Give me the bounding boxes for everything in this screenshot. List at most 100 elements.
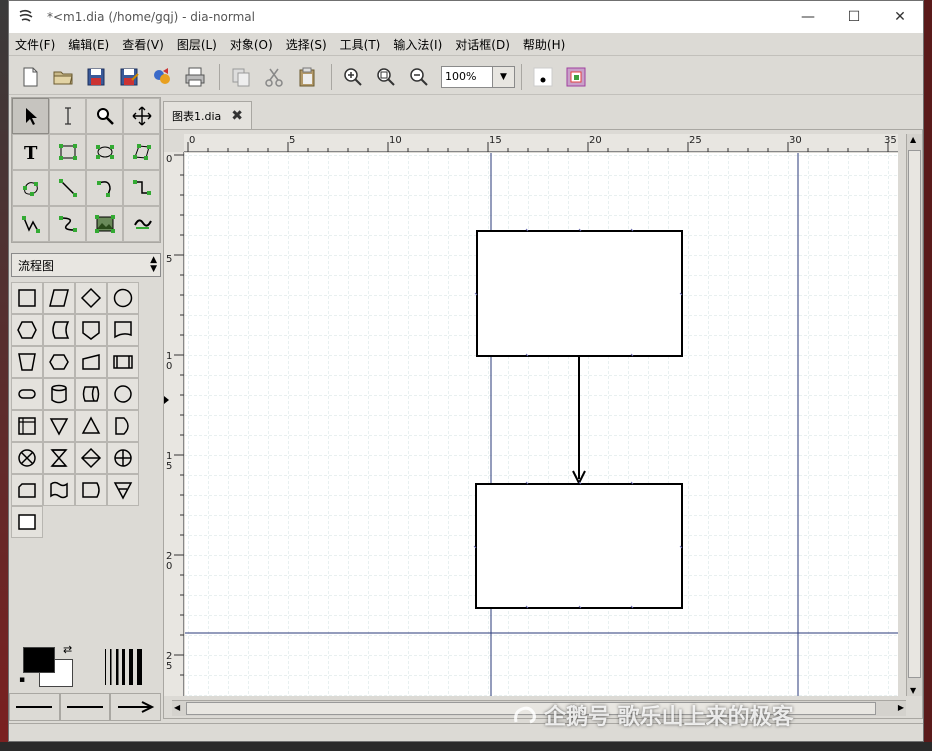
line-width-selector[interactable] (103, 647, 143, 687)
shape-direct-access[interactable] (75, 378, 107, 410)
shape-terminator[interactable] (11, 378, 43, 410)
menu-input-method[interactable]: 输入法(I) (393, 36, 442, 53)
shape-preparation[interactable] (11, 314, 43, 346)
polyline-tool[interactable] (12, 206, 49, 242)
flowchart-box-bottom[interactable] (475, 483, 683, 609)
shape-punched-tape[interactable] (43, 474, 75, 506)
shape-internal-storage[interactable] (11, 410, 43, 442)
save-as-button[interactable] (114, 62, 144, 92)
menu-edit[interactable]: 编辑(E) (68, 36, 109, 53)
snap-to-grid-button[interactable] (528, 62, 558, 92)
document-tab-bar: 图表1.dia ✖ (163, 99, 253, 129)
line-tool[interactable] (49, 170, 86, 206)
close-icon[interactable]: ✕ (877, 1, 923, 33)
shape-sort[interactable] (75, 442, 107, 474)
menu-tools[interactable]: 工具(T) (340, 36, 381, 53)
text-edit-tool[interactable] (49, 98, 86, 134)
cut-button[interactable] (259, 62, 289, 92)
shape-data[interactable] (43, 282, 75, 314)
arc-tool[interactable] (86, 170, 123, 206)
shape-document[interactable] (107, 314, 139, 346)
color-selector[interactable]: ⇄ ▪ (19, 643, 79, 689)
save-button[interactable] (81, 62, 111, 92)
object-snap-button[interactable] (561, 62, 591, 92)
shape-terminal-circle[interactable] (107, 282, 139, 314)
zoom-input[interactable]: 100% (441, 65, 493, 88)
image-tool[interactable] (86, 206, 123, 242)
shape-delay[interactable] (107, 410, 139, 442)
new-file-button[interactable] (15, 62, 45, 92)
scroll-up-icon[interactable]: ▲ (910, 135, 916, 144)
shape-card[interactable] (11, 474, 43, 506)
shape-decision[interactable] (75, 282, 107, 314)
shape-manual-operation[interactable] (11, 346, 43, 378)
vertical-scroll-thumb[interactable] (908, 150, 921, 678)
tab-diagram1[interactable]: 图表1.dia ✖ (163, 101, 253, 129)
menu-help[interactable]: 帮助(H) (523, 36, 565, 53)
text-tool[interactable]: T (12, 134, 49, 170)
export-button[interactable] (147, 62, 177, 92)
scroll-left-icon[interactable]: ◀ (174, 703, 180, 712)
outline-tool[interactable] (123, 206, 160, 242)
open-file-button[interactable] (48, 62, 78, 92)
scroll-tool[interactable] (123, 98, 160, 134)
shape-connector[interactable] (107, 378, 139, 410)
vertical-ruler: 0 5 1 0 1 5 2 0 2 5 (164, 152, 184, 696)
scroll-right-icon[interactable]: ▶ (898, 703, 904, 712)
copy-button[interactable] (226, 62, 256, 92)
shape-or[interactable] (107, 442, 139, 474)
end-arrow-selector[interactable] (110, 693, 162, 721)
zigzag-line-tool[interactable] (123, 170, 160, 206)
flowchart-box-top[interactable] (476, 230, 683, 357)
menu-objects[interactable]: 对象(O) (230, 36, 273, 53)
ruler-label: 1 5 (166, 451, 173, 472)
ellipse-tool[interactable] (86, 134, 123, 170)
start-arrow-selector[interactable] (9, 693, 60, 721)
bezier-line-tool[interactable] (49, 206, 86, 242)
menu-select[interactable]: 选择(S) (286, 36, 327, 53)
scroll-down-icon[interactable]: ▼ (910, 686, 916, 695)
shape-summing-junction[interactable] (11, 442, 43, 474)
paste-button[interactable] (292, 62, 322, 92)
box-tool[interactable] (49, 134, 86, 170)
shape-offpage[interactable] (75, 314, 107, 346)
zoom-out-button[interactable] (404, 62, 434, 92)
zoom-dropdown-button[interactable]: ▼ (493, 65, 515, 88)
pointer-tool[interactable] (12, 98, 49, 134)
shape-magnetic-disk[interactable] (43, 378, 75, 410)
shape-extract[interactable] (75, 410, 107, 442)
toolbar-separator (521, 63, 522, 90)
swap-colors-icon[interactable]: ⇄ (63, 643, 72, 656)
shape-hexagon[interactable] (43, 346, 75, 378)
shape-merge[interactable] (43, 410, 75, 442)
default-colors-icon[interactable]: ▪ (19, 675, 25, 685)
shape-process[interactable] (11, 282, 43, 314)
vertical-scrollbar[interactable]: ▲ ▼ (906, 134, 922, 696)
drawing-area[interactable] (185, 153, 898, 696)
menu-file[interactable]: 文件(F) (15, 36, 55, 53)
shape-display[interactable] (75, 474, 107, 506)
magnify-tool[interactable] (86, 98, 123, 134)
shape-offline-storage[interactable] (107, 474, 139, 506)
shape-annotation-box[interactable] (11, 506, 43, 538)
minimize-icon[interactable]: — (785, 1, 831, 33)
maximize-icon[interactable]: ☐ (831, 1, 877, 33)
shape-predefined-process[interactable] (107, 346, 139, 378)
shape-manual-input[interactable] (75, 346, 107, 378)
shape-stored-data[interactable] (43, 314, 75, 346)
print-button[interactable] (180, 62, 210, 92)
menu-view[interactable]: 查看(V) (122, 36, 164, 53)
close-tab-icon[interactable]: ✖ (231, 108, 243, 124)
zoom-fit-button[interactable] (371, 62, 401, 92)
beziergon-tool[interactable] (12, 170, 49, 206)
foreground-color[interactable] (23, 647, 55, 673)
sheet-selector[interactable]: 流程图 ▲ ▼ (11, 253, 161, 277)
zoom-in-button[interactable] (338, 62, 368, 92)
menu-dialogs[interactable]: 对话框(D) (455, 36, 510, 53)
shape-collate[interactable] (43, 442, 75, 474)
menu-layers[interactable]: 图层(L) (177, 36, 217, 53)
line-style-selector-middle[interactable] (59, 693, 111, 721)
zoom-combo: 100% ▼ (441, 65, 515, 88)
zigzag-line-icon (132, 180, 151, 195)
polygon-tool[interactable] (123, 134, 160, 170)
